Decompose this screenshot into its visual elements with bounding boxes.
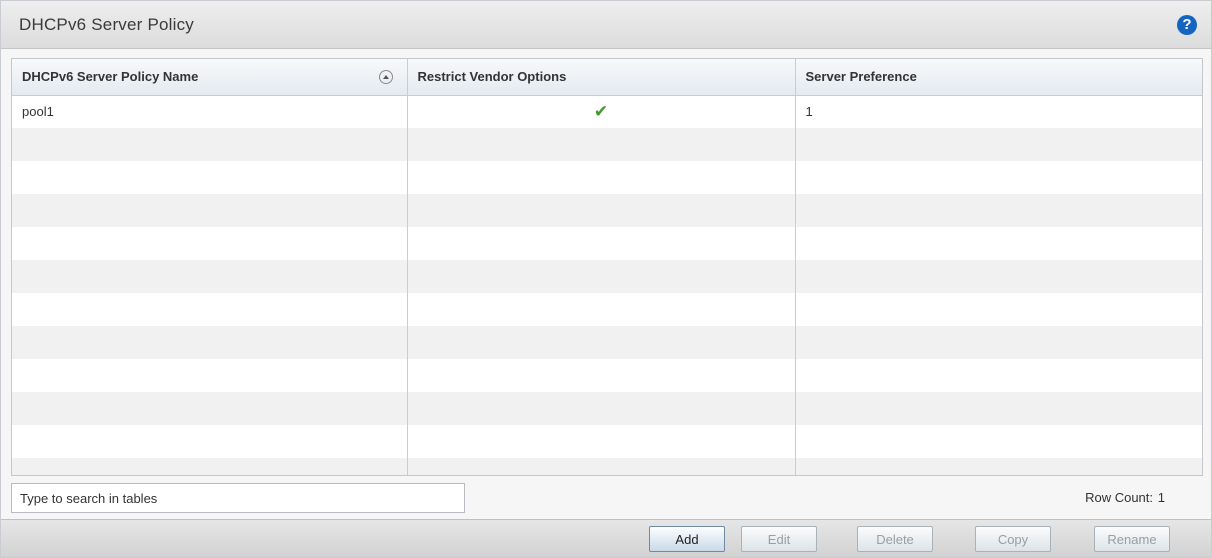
column-header-restrict-vendor-options[interactable]: Restrict Vendor Options	[407, 59, 796, 96]
edit-button[interactable]: Edit	[741, 526, 817, 552]
help-icon[interactable]: ?	[1177, 15, 1197, 35]
column-header-label: DHCPv6 Server Policy Name	[22, 69, 199, 85]
rename-button[interactable]: Rename	[1094, 526, 1170, 552]
empty-table-row	[12, 161, 1202, 194]
cell-server-preference: 1	[805, 104, 813, 120]
column-header-policy-name[interactable]: DHCPv6 Server Policy Name	[12, 59, 408, 96]
checkmark-icon: ✔	[593, 101, 609, 121]
cell-policy-name: pool1	[12, 95, 408, 128]
table-row[interactable]: pool1 ✔ 1	[12, 95, 1202, 128]
table-header-row: DHCPv6 Server Policy Name Restrict Vendo…	[12, 59, 1202, 96]
page-title: DHCPv6 Server Policy	[19, 15, 194, 34]
copy-button[interactable]: Copy	[975, 526, 1051, 552]
empty-table-row	[12, 128, 1202, 161]
action-bar: Add Edit Delete Copy Rename	[1, 519, 1211, 557]
column-header-label: Restrict Vendor Options	[417, 69, 567, 85]
empty-table-row	[12, 359, 1202, 392]
policy-table: DHCPv6 Server Policy Name Restrict Vendo…	[11, 58, 1203, 476]
empty-table-row	[12, 392, 1202, 425]
empty-table-row	[12, 227, 1202, 260]
column-header-server-preference[interactable]: Server Preference	[795, 59, 1202, 96]
cell-restrict-vendor-options: ✔	[407, 95, 796, 128]
column-header-label: Server Preference	[805, 69, 917, 85]
panel-header: DHCPv6 Server Policy ?	[1, 1, 1211, 49]
empty-table-row	[12, 293, 1202, 326]
empty-table-row	[12, 326, 1202, 359]
row-count-label: Row Count:	[1085, 490, 1153, 505]
search-input[interactable]	[11, 483, 465, 513]
empty-table-row	[12, 425, 1202, 458]
delete-button[interactable]: Delete	[857, 526, 933, 552]
row-count-value: 1	[1157, 490, 1165, 505]
add-button[interactable]: Add	[649, 526, 725, 552]
empty-table-row	[12, 260, 1202, 293]
policy-panel: DHCPv6 Server Policy ? DHCPv6 Server Pol…	[0, 0, 1212, 558]
empty-table-row	[12, 458, 1202, 475]
empty-table-row	[12, 194, 1202, 227]
sort-ascending-icon[interactable]	[378, 70, 393, 84]
